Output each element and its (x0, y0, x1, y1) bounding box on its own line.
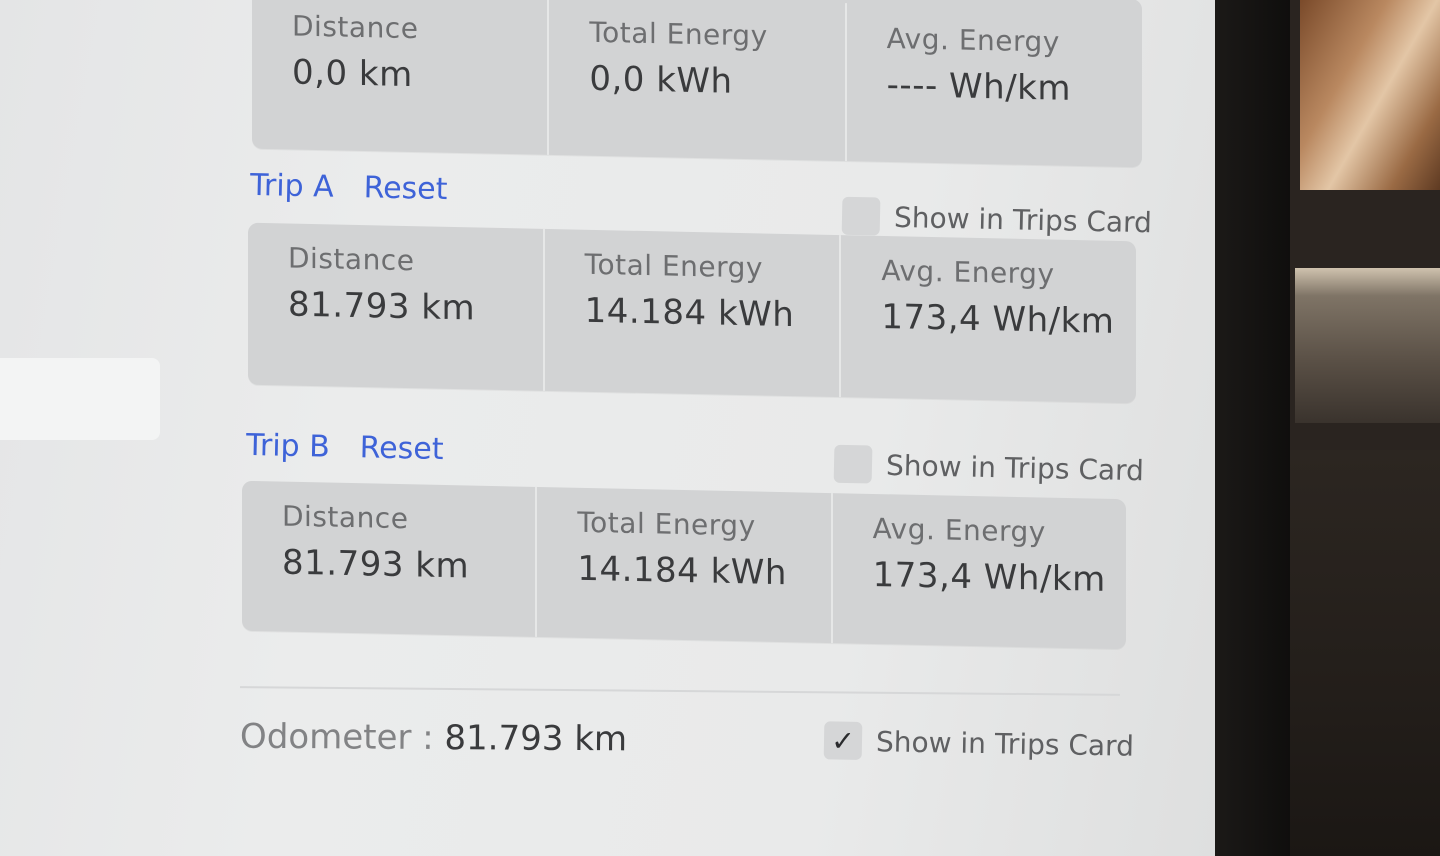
trip-a-energy-label: Total Energy (584, 247, 763, 285)
check-icon: ✓ (831, 723, 856, 758)
trip-a-show-label: Show in Trips Card (893, 200, 1153, 239)
divider (240, 686, 1120, 696)
current-trip-stats: Distance 0,0 km Total Energy 0,0 kWh Avg… (252, 0, 1142, 168)
background-dark (1290, 450, 1440, 856)
trip-b-avg-value: 173,4 Wh/km (872, 554, 1106, 600)
trip-b-reset-button[interactable]: Reset (359, 430, 444, 467)
trip-b-energy-label: Total Energy (577, 505, 756, 543)
trip-a-stats: Distance 81.793 km Total Energy 14.184 k… (248, 222, 1136, 404)
odometer-label: Odometer (239, 716, 412, 758)
trip-a-header: Trip A Reset (250, 168, 448, 207)
trip-b-distance-label: Distance (282, 499, 409, 536)
trip-a-show-checkbox[interactable] (841, 196, 881, 236)
trip-b-avg-cell: Avg. Energy 173,4 Wh/km (833, 493, 1126, 649)
trip-b-distance-value: 81.793 km (282, 542, 470, 587)
trip-a-avg-value: 173,4 Wh/km (881, 296, 1115, 342)
current-distance-label: Distance (292, 9, 419, 46)
current-avg-value: ---- Wh/km (886, 64, 1071, 109)
current-distance-cell: Distance 0,0 km (252, 0, 550, 155)
odometer-separator: : (411, 717, 445, 759)
trip-a-avg-label: Avg. Energy (881, 253, 1055, 291)
odometer-show-label: Show in Trips Card (875, 724, 1135, 763)
trip-a-energy-value: 14.184 kWh (584, 290, 795, 336)
trips-screen: Distance 0,0 km Total Energy 0,0 kWh Avg… (0, 0, 1215, 856)
trip-a-distance-cell: Distance 81.793 km (248, 222, 545, 391)
trip-b-show-toggle[interactable]: Show in Trips Card (833, 444, 1145, 489)
sidebar-tab[interactable] (0, 358, 160, 440)
odometer-show-toggle[interactable]: ✓ Show in Trips Card (823, 721, 1135, 764)
current-distance-value: 0,0 km (292, 52, 413, 96)
background-trim (1295, 268, 1440, 423)
current-energy-value: 0,0 kWh (589, 58, 733, 102)
current-energy-label: Total Energy (589, 15, 768, 53)
current-energy-cell: Total Energy 0,0 kWh (549, 0, 847, 162)
trip-b-stats: Distance 81.793 km Total Energy 14.184 k… (242, 480, 1126, 650)
trip-b-energy-cell: Total Energy 14.184 kWh (537, 486, 833, 644)
background-wood (1300, 0, 1440, 190)
trip-b-energy-value: 14.184 kWh (577, 548, 787, 594)
trip-b-show-checkbox[interactable] (833, 444, 873, 484)
trip-a-title[interactable]: Trip A (250, 168, 334, 205)
trip-b-title[interactable]: Trip B (246, 428, 330, 465)
trip-a-distance-label: Distance (288, 241, 415, 278)
current-avg-cell: Avg. Energy ---- Wh/km (847, 3, 1142, 167)
trip-b-distance-cell: Distance 81.793 km (242, 480, 538, 637)
trip-b-show-label: Show in Trips Card (885, 448, 1145, 487)
trip-b-header: Trip B Reset (246, 428, 444, 467)
odometer-value: 81.793 km (444, 718, 628, 760)
trip-b-avg-label: Avg. Energy (872, 511, 1046, 549)
trip-a-avg-cell: Avg. Energy 173,4 Wh/km (841, 235, 1136, 403)
trip-a-distance-value: 81.793 km (288, 284, 476, 329)
trip-a-reset-button[interactable]: Reset (363, 170, 448, 207)
current-avg-label: Avg. Energy (886, 21, 1060, 59)
trip-a-show-toggle[interactable]: Show in Trips Card (841, 196, 1153, 241)
odometer-show-checkbox[interactable]: ✓ (823, 721, 863, 760)
trip-a-energy-cell: Total Energy 14.184 kWh (544, 228, 842, 398)
odometer-row: Odometer : 81.793 km (240, 717, 627, 760)
